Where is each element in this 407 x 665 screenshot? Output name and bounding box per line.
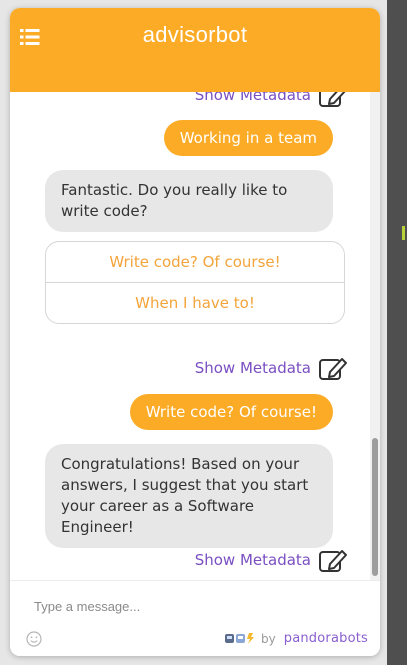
scrollbar-thumb[interactable] (372, 438, 378, 576)
show-metadata-link[interactable]: Show Metadata (195, 547, 348, 573)
show-metadata-link[interactable]: Show Metadata (195, 92, 348, 108)
by-label: by (261, 631, 276, 646)
message-composer: by pandorabots (10, 580, 380, 656)
quick-reply-options: Write code? Of course! When I have to! (45, 241, 345, 324)
message-input[interactable] (32, 595, 356, 617)
show-metadata-label: Show Metadata (194, 551, 311, 569)
background-page-edge (387, 0, 407, 665)
quick-reply-button[interactable]: When I have to! (46, 282, 344, 323)
smiley-icon[interactable] (26, 631, 42, 647)
message-list: Show Metadata Working in a team Fantasti… (10, 92, 370, 580)
chat-header: advisorbot (10, 8, 380, 92)
chat-title: advisorbot (142, 22, 248, 47)
powered-by: by pandorabots (224, 631, 368, 646)
edit-icon (319, 92, 346, 107)
edit-icon (319, 550, 347, 572)
edit-icon (319, 358, 347, 380)
show-metadata-label: Show Metadata (194, 359, 311, 377)
show-metadata-label: Show Metadata (194, 92, 311, 104)
user-message: Working in a team (163, 120, 333, 156)
chat-widget: advisorbot Show Metadata Working in a te… (10, 8, 380, 656)
quick-reply-button[interactable]: Write code? Of course! (46, 242, 344, 282)
show-metadata-link[interactable]: Show Metadata (195, 355, 348, 381)
pandorabots-link[interactable]: pandorabots (284, 631, 368, 646)
robots-icon (225, 633, 255, 644)
user-message: Write code? Of course! (129, 394, 333, 430)
bot-message: Fantastic. Do you really like to write c… (45, 170, 333, 232)
scrollbar[interactable] (370, 92, 380, 580)
background-marker (402, 226, 405, 240)
bot-message: Congratulations! Based on your answers, … (45, 444, 333, 548)
